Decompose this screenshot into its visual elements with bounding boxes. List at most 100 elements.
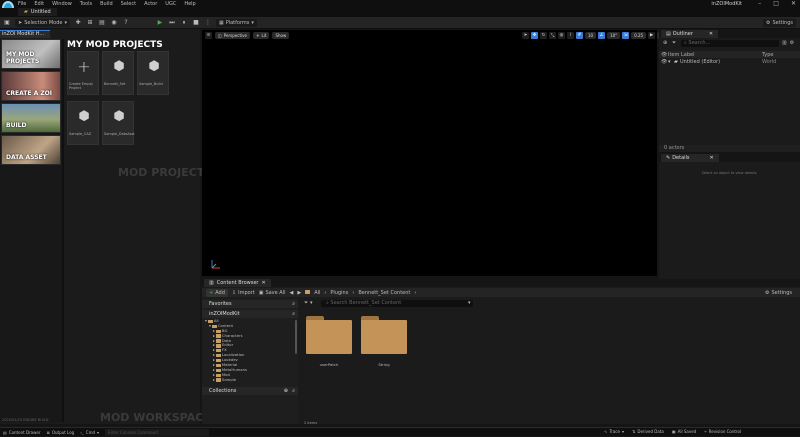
- visibility-icon[interactable]: 👁: [659, 59, 668, 65]
- level-filter-icon[interactable]: ▥: [782, 40, 787, 46]
- breadcrumb-bennett-set-content[interactable]: Bennett_Set Content: [358, 290, 410, 296]
- history-forward-icon[interactable]: ▶: [297, 290, 301, 296]
- cinematics-icon[interactable]: ▤: [98, 19, 106, 27]
- outliner-row[interactable]: 👁 ▾ ▰ Untitled (Editor) World: [659, 58, 800, 65]
- gear-icon[interactable]: ⚙: [790, 40, 794, 46]
- search-icon[interactable]: ⌕: [292, 310, 295, 318]
- breadcrumb-plugins[interactable]: Plugins: [330, 290, 348, 296]
- blueprint-icon[interactable]: ⊞: [86, 19, 94, 27]
- nav-data-asset[interactable]: DATA ASSET: [1, 135, 61, 165]
- stop-icon[interactable]: ■: [192, 19, 200, 27]
- nav-build[interactable]: BUILD: [1, 103, 61, 133]
- nav-create-a-zoi[interactable]: CREATE A ZOI: [1, 71, 61, 101]
- search-icon[interactable]: ⌕: [292, 300, 295, 308]
- menu-build[interactable]: Build: [100, 1, 113, 7]
- cmd-selector[interactable]: ›_ Cmd ▾: [80, 428, 99, 437]
- revision-control-button[interactable]: ⑂ Revision Control: [704, 427, 741, 436]
- menu-tools[interactable]: Tools: [80, 1, 92, 7]
- angle-snap-value[interactable]: 10°: [607, 32, 621, 39]
- nav-my-mod-projects[interactable]: MY MOD PROJECTS: [1, 39, 61, 69]
- type-header[interactable]: Type: [762, 52, 773, 58]
- scale-snap-value[interactable]: 0.25: [631, 32, 647, 39]
- minimize-icon[interactable]: –: [758, 0, 761, 7]
- grid-snap-icon[interactable]: #: [576, 32, 583, 39]
- select-tool-icon[interactable]: ➤: [522, 32, 529, 39]
- tab-details[interactable]: ✎ Details ✕: [661, 154, 719, 162]
- outliner-search-input[interactable]: ⌕ Search...: [681, 40, 779, 47]
- play-options-icon[interactable]: ⋮: [204, 19, 212, 27]
- world-space-icon[interactable]: ◍: [558, 32, 565, 39]
- breadcrumb-all[interactable]: All: [314, 290, 320, 296]
- project-card-create-empty[interactable]: + Create Empty Project: [67, 51, 99, 95]
- root-section[interactable]: inZOIModKit ⌕: [202, 310, 298, 318]
- tab-outliner[interactable]: ▤ Outliner ✕: [661, 30, 719, 38]
- search-icon[interactable]: ⌕: [292, 387, 295, 395]
- tab-untitled[interactable]: ▰ Untitled: [18, 8, 57, 16]
- console-input[interactable]: Enter Console Command: [105, 428, 210, 436]
- tree-item[interactable]: ▸ Sample: [202, 377, 298, 383]
- hamburger-icon[interactable]: ≡: [205, 31, 212, 39]
- content-drawer-button[interactable]: ▤ Content Drawer: [3, 428, 41, 437]
- output-log-button[interactable]: ≣ Output Log: [47, 428, 75, 437]
- close-icon[interactable]: ✕: [791, 0, 796, 7]
- menu-file[interactable]: File: [18, 1, 26, 7]
- item-label-header[interactable]: Item Label: [668, 52, 762, 58]
- show-button[interactable]: Show: [272, 31, 290, 39]
- history-back-icon[interactable]: ◀: [290, 290, 294, 296]
- asset-folder-userpatch[interactable]: [306, 316, 352, 354]
- lit-button[interactable]: ☀ Lit: [252, 31, 270, 39]
- asset-filter-button[interactable]: ⏷ ▾: [304, 300, 313, 306]
- tab-modkit-home[interactable]: inZOI ModKit H...: [0, 30, 50, 38]
- project-card-sample-dataasset[interactable]: ⬢ Sample_DataAsst: [102, 101, 135, 145]
- project-card-sample-caz[interactable]: ⬢ Sample_CAZ: [67, 101, 99, 145]
- add-button[interactable]: + Add: [206, 288, 228, 297]
- menu-select[interactable]: Select: [121, 1, 136, 7]
- collections-section[interactable]: Collections ⊕ ⌕: [202, 387, 298, 395]
- save-icon[interactable]: ▣: [3, 19, 11, 27]
- menu-actor[interactable]: Actor: [144, 1, 157, 7]
- menu-ugc[interactable]: UGC: [165, 1, 176, 7]
- angle-snap-icon[interactable]: ∠: [598, 32, 606, 39]
- trace-button[interactable]: ∿ Trace ▾: [604, 427, 624, 436]
- grid-snap-value[interactable]: 10: [585, 32, 597, 39]
- level-viewport[interactable]: [202, 30, 657, 276]
- menu-help[interactable]: Help: [184, 1, 195, 7]
- play-icon[interactable]: ▶: [156, 19, 164, 27]
- scale-snap-icon[interactable]: ⇲: [622, 32, 630, 39]
- scale-tool-icon[interactable]: ⤡: [549, 32, 556, 39]
- help-icon[interactable]: ?: [122, 19, 130, 27]
- surface-snap-icon[interactable]: ⌇: [567, 32, 574, 39]
- modeling-icon[interactable]: ◉: [110, 19, 118, 27]
- close-icon[interactable]: ✕: [261, 280, 265, 286]
- step-icon[interactable]: ⏭: [168, 19, 176, 27]
- add-filter-icon[interactable]: ⊕: [663, 40, 667, 46]
- close-icon[interactable]: ✕: [710, 155, 714, 161]
- rotate-tool-icon[interactable]: ↻: [540, 32, 547, 39]
- tree-scrollbar[interactable]: [295, 320, 297, 354]
- project-card-sample-build[interactable]: ⬢ Sample_Build: [137, 51, 169, 95]
- filter-icon[interactable]: ⏷: [672, 40, 676, 46]
- all-saved-button[interactable]: ▣ All Saved: [672, 427, 696, 436]
- asset-folder-string[interactable]: [361, 316, 407, 354]
- content-browser-settings-button[interactable]: ⚙ Settings: [765, 290, 792, 296]
- close-icon[interactable]: ✕: [709, 31, 713, 37]
- selection-mode-button[interactable]: ➤ Selection Mode ▾: [15, 18, 70, 27]
- perspective-button[interactable]: ◫ Perspective: [215, 31, 250, 39]
- save-all-button[interactable]: ▣ Save All: [259, 290, 286, 296]
- settings-button[interactable]: ⚙ Settings: [763, 19, 796, 27]
- maximize-icon[interactable]: □: [773, 0, 779, 7]
- add-collection-icon[interactable]: ⊕: [284, 387, 288, 395]
- asset-search-input[interactable]: ⌕ Search Bennett_Set Content: [321, 300, 473, 307]
- menu-window[interactable]: Window: [52, 1, 72, 7]
- import-button[interactable]: ⇩ Import: [232, 290, 255, 296]
- chevron-down-icon[interactable]: ▾: [468, 300, 471, 306]
- move-tool-icon[interactable]: ✥: [531, 32, 538, 39]
- pause-icon[interactable]: ⏸: [180, 19, 188, 27]
- camera-speed-icon[interactable]: ▶: [648, 32, 656, 39]
- menu-edit[interactable]: Edit: [34, 1, 44, 7]
- favorites-section[interactable]: Favorites ⌕: [202, 300, 298, 308]
- tab-content-browser[interactable]: ▥ Content Browser ✕: [204, 279, 271, 287]
- platforms-button[interactable]: ▦ Platforms ▾: [215, 18, 257, 27]
- project-card-bennett-set[interactable]: ⬢ Bennett_Set: [102, 51, 134, 95]
- add-actor-icon[interactable]: ✚: [74, 19, 82, 27]
